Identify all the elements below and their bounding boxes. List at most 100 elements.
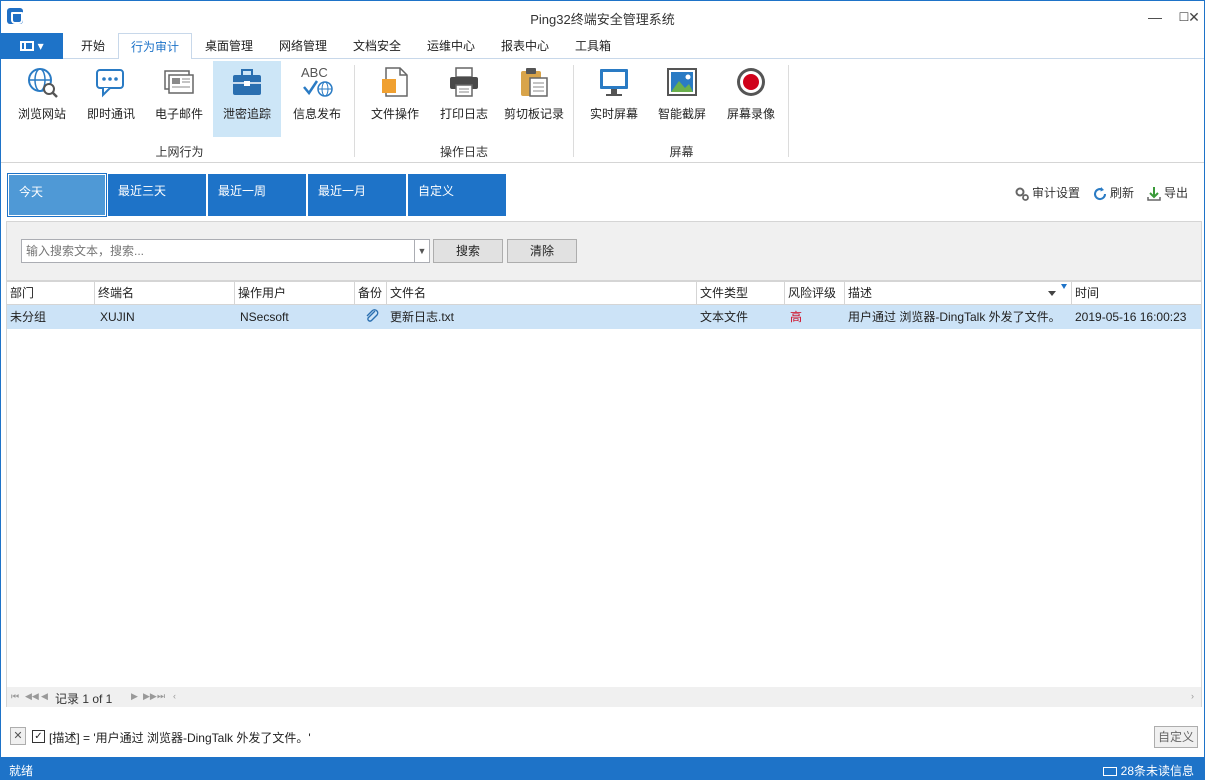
download-icon [1146, 186, 1161, 201]
col-dept[interactable]: 部门 [7, 282, 95, 305]
file-operation-button[interactable]: 文件操作 [361, 61, 429, 137]
file-menu-button[interactable]: ▾ [1, 33, 63, 59]
unread-messages-label: 28条未读信息 [1120, 764, 1194, 778]
filter-bar: ✕ ✓ [描述] = '用户通过 浏览器-DingTalk 外发了文件。' 自定… [6, 721, 1202, 751]
export-label: 导出 [1164, 186, 1189, 200]
date-today-button[interactable]: 今天 [7, 173, 107, 217]
gears-icon [1014, 186, 1029, 201]
scroll-right-icon[interactable]: › [1191, 691, 1194, 701]
clear-filter-button[interactable]: ✕ [10, 727, 26, 745]
search-dropdown-button[interactable]: ▼ [414, 239, 430, 263]
group-separator [573, 65, 574, 157]
picture-icon [665, 65, 699, 99]
search-input[interactable] [21, 239, 415, 263]
tab-network[interactable]: 网络管理 [267, 33, 339, 59]
minimize-button[interactable]: — [1141, 5, 1169, 29]
info-publish-label: 信息发布 [292, 107, 341, 121]
group-label-oplog: 操作日志 [439, 145, 488, 159]
pager: ⏮ ◀◀ ◀ 记录 1 of 1 ▶ ▶▶ ⏭ ‹ › [7, 687, 1201, 707]
custom-filter-button[interactable]: 自定义 [1154, 726, 1198, 748]
tab-document-security[interactable]: 文档安全 [341, 33, 413, 59]
audit-grid: 部门 终端名 操作用户 备份 文件名 文件类型 风险评级 描述 时间 未分组 X… [6, 281, 1202, 707]
unread-messages[interactable]: 28条未读信息 [1102, 762, 1194, 779]
email-icon [162, 65, 196, 99]
filter-checkbox[interactable]: ✓ [32, 730, 45, 743]
cell-dept: 未分组 [10, 310, 47, 324]
next-page-icon[interactable]: ▶ [131, 691, 138, 702]
filter-expression: [描述] = '用户通过 浏览器-DingTalk 外发了文件。' [49, 731, 311, 745]
paperclip-icon[interactable] [361, 306, 387, 329]
col-backup[interactable]: 备份 [355, 282, 387, 305]
tab-report-center[interactable]: 报表中心 [489, 33, 561, 59]
date-week-button[interactable]: 最近一周 [208, 174, 306, 216]
next-block-icon[interactable]: ▶▶ [143, 691, 157, 702]
tab-desktop[interactable]: 桌面管理 [193, 33, 265, 59]
ribbon-tab-bar: ▾ 开始 行为审计 桌面管理 网络管理 文档安全 运维中心 报表中心 工具箱 [1, 33, 1204, 60]
last-page-icon[interactable]: ⏭ [157, 691, 165, 702]
ribbon: 浏览网站 即时通讯 电子邮件 泄密追踪 ABC 信息发布 上网行为 文件操作 打… [1, 59, 1204, 163]
filter-icon[interactable] [1061, 284, 1067, 289]
col-filetype[interactable]: 文件类型 [697, 282, 785, 305]
tab-behavior-audit[interactable]: 行为审计 [118, 33, 193, 60]
prev-page-icon[interactable]: ◀ [41, 691, 48, 702]
col-user[interactable]: 操作用户 [235, 282, 355, 305]
clipboard-record-label: 剪切板记录 [503, 107, 564, 121]
first-page-icon[interactable]: ⏮ [11, 691, 19, 702]
group-separator [788, 65, 789, 157]
col-risk[interactable]: 风险评级 [785, 282, 845, 305]
screen-record-button[interactable]: 屏幕录像 [717, 61, 785, 137]
leak-tracking-button[interactable]: 泄密追踪 [213, 61, 281, 137]
col-filename[interactable]: 文件名 [387, 282, 697, 305]
col-terminal[interactable]: 终端名 [95, 282, 235, 305]
record-icon [734, 65, 768, 99]
group-separator [354, 65, 355, 157]
smart-screenshot-button[interactable]: 智能截屏 [648, 61, 716, 137]
refresh-icon [1092, 186, 1107, 200]
group-label-screen: 屏幕 [669, 145, 694, 159]
search-panel: ▼ 搜索 清除 [6, 221, 1202, 281]
clipboard-record-button[interactable]: 剪切板记录 [498, 61, 570, 137]
window-title: Ping32终端安全管理系统 [530, 12, 675, 27]
col-desc[interactable]: 描述 [845, 282, 1072, 305]
export-button[interactable]: 导出 [1146, 184, 1188, 201]
cell-desc: 用户通过 浏览器-DingTalk 外发了文件。 [848, 310, 1061, 324]
cell-terminal: XUJIN [100, 310, 135, 324]
date-custom-button[interactable]: 自定义 [408, 174, 506, 216]
chat-bubble-icon [94, 65, 128, 99]
clear-button[interactable]: 清除 [507, 239, 577, 263]
tab-ops-center[interactable]: 运维中心 [415, 33, 487, 59]
scroll-left-icon[interactable]: ‹ [173, 691, 176, 701]
prev-block-icon[interactable]: ◀◀ [25, 691, 39, 702]
close-button[interactable]: ✕ [1184, 5, 1204, 29]
tab-start[interactable]: 开始 [69, 33, 117, 59]
group-label-web: 上网行为 [155, 145, 204, 159]
leak-tracking-label: 泄密追踪 [222, 107, 271, 121]
printer-icon [447, 65, 481, 99]
tab-toolbox[interactable]: 工具箱 [563, 33, 623, 59]
pager-record-text: 记录 1 of 1 [55, 692, 113, 706]
cell-filetype: 文本文件 [700, 310, 749, 324]
refresh-button[interactable]: 刷新 [1092, 184, 1134, 201]
col-time[interactable]: 时间 [1072, 282, 1201, 305]
message-icon [1102, 767, 1117, 776]
smart-screenshot-label: 智能截屏 [657, 107, 706, 121]
date-3days-button[interactable]: 最近三天 [108, 174, 206, 216]
instant-message-button[interactable]: 即时通讯 [77, 61, 145, 137]
instant-message-label: 即时通讯 [86, 107, 135, 121]
table-row[interactable]: 未分组 XUJIN NSecsoft 更新日志.txt 文本文件 高 用户通过 … [7, 305, 1201, 329]
info-publish-button[interactable]: ABC 信息发布 [283, 61, 351, 137]
date-filter-bar: 今天 最近三天 最近一周 最近一月 自定义 审计设置 刷新 导出 [1, 164, 1204, 224]
realtime-screen-label: 实时屏幕 [589, 107, 638, 121]
realtime-screen-button[interactable]: 实时屏幕 [580, 61, 648, 137]
status-bar: 就绪 28条未读信息 [1, 757, 1204, 779]
print-log-label: 打印日志 [439, 107, 488, 121]
search-button[interactable]: 搜索 [433, 239, 503, 263]
print-log-button[interactable]: 打印日志 [430, 61, 498, 137]
date-month-button[interactable]: 最近一月 [308, 174, 406, 216]
browse-website-button[interactable]: 浏览网站 [8, 61, 76, 137]
email-label: 电子邮件 [154, 107, 203, 121]
audit-settings-button[interactable]: 审计设置 [1014, 184, 1080, 201]
email-button[interactable]: 电子邮件 [145, 61, 213, 137]
sort-desc-icon[interactable] [1048, 291, 1056, 296]
file-icon [378, 65, 412, 99]
